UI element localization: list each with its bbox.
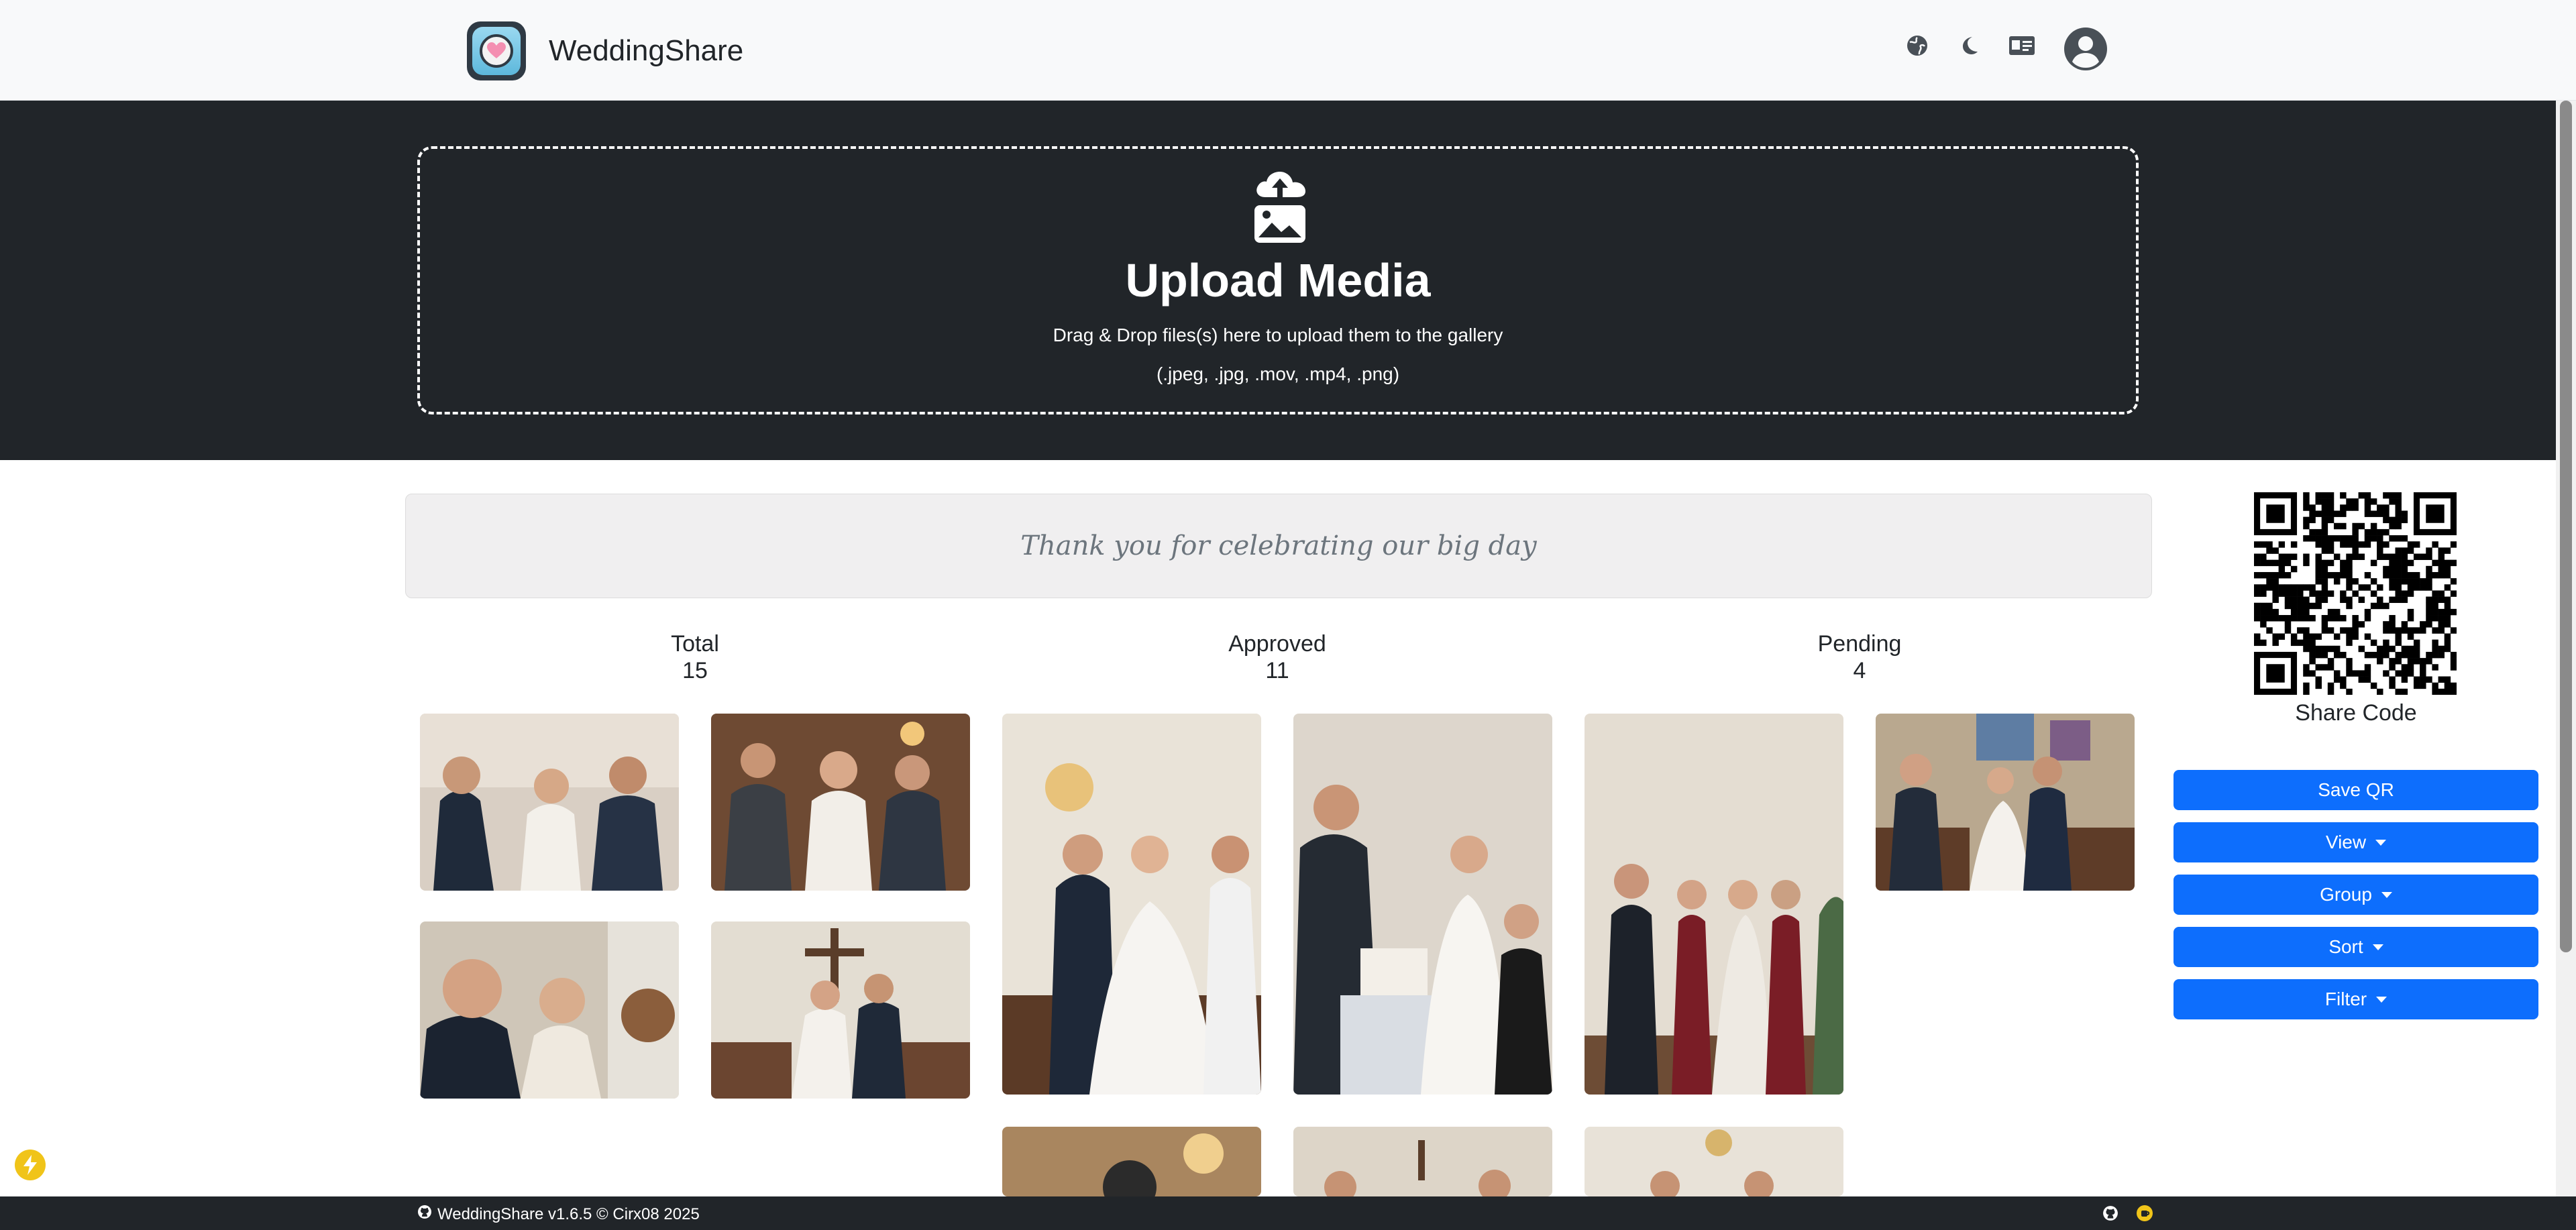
upload-section: Upload Media Drag & Drop files(s) here t… <box>0 101 2556 460</box>
navbar: WeddingShare <box>0 0 2576 101</box>
photo-chapel-guests[interactable] <box>1293 1127 1552 1196</box>
qr-code[interactable] <box>2254 492 2457 695</box>
stat-value: 11 <box>1265 658 1289 683</box>
photo-first-dance[interactable] <box>1002 714 1261 1095</box>
photo-church-walk[interactable] <box>1876 714 2135 891</box>
photo-cake-cutting[interactable] <box>1293 714 1552 1095</box>
share-code-label: Share Code <box>2295 700 2417 726</box>
stat-value: 15 <box>682 658 708 683</box>
moon-icon[interactable] <box>1956 32 1983 59</box>
page-root: WeddingShare Upload Media Drag & Drop fi… <box>0 0 2576 1230</box>
chevron-down-icon <box>2375 839 2387 846</box>
footer-icons <box>2102 1205 2153 1225</box>
stat-label: Pending <box>1817 631 1902 657</box>
filter-label: Filter <box>2324 989 2367 1009</box>
view-label: View <box>2325 832 2367 852</box>
camera-heart-logo-icon <box>467 21 526 80</box>
upload-dropzone[interactable]: Upload Media Drag & Drop files(s) here t… <box>417 146 2139 414</box>
save-qr-label: Save QR <box>2318 779 2394 800</box>
welcome-message: Thank you for celebrating our big day <box>1020 530 1537 561</box>
group-label: Group <box>2320 884 2372 905</box>
photo-bridal-party[interactable] <box>1585 714 1843 1095</box>
footer-text: WeddingShare v1.6.5 © Cirx08 2025 <box>437 1205 700 1223</box>
filter-dropdown-button[interactable]: Filter <box>2174 979 2538 1019</box>
scrollbar-thumb[interactable] <box>2560 101 2572 952</box>
welcome-banner: Thank you for celebrating our big day <box>405 494 2152 598</box>
user-circle-icon[interactable] <box>2063 27 2108 71</box>
sort-label: Sort <box>2328 936 2363 957</box>
photo-chandelier-party[interactable] <box>1585 1127 1843 1196</box>
id-card-icon[interactable] <box>2008 32 2035 59</box>
app-title: WeddingShare <box>549 34 744 67</box>
stat-value: 4 <box>1853 658 1866 683</box>
stat-label: Total <box>671 631 719 657</box>
upload-title: Upload Media <box>1125 254 1431 306</box>
chevron-down-icon <box>2381 891 2392 898</box>
photo-couple-smiling[interactable] <box>420 921 679 1099</box>
photo-aisle-celebration[interactable] <box>711 921 970 1099</box>
github-icon <box>417 1205 432 1224</box>
coffee-icon[interactable] <box>2136 1205 2153 1225</box>
footer: WeddingShare v1.6.5 © Cirx08 2025 <box>0 1196 2576 1230</box>
stat-label: Approved <box>1228 631 1326 657</box>
github-icon[interactable] <box>2102 1205 2118 1225</box>
stat-approved: Approved 11 <box>1177 630 1378 684</box>
photo-reception-hall[interactable] <box>1002 1127 1261 1196</box>
chevron-down-icon <box>2372 944 2383 950</box>
chevron-down-icon <box>2376 996 2387 1003</box>
sort-dropdown-button[interactable]: Sort <box>2174 927 2538 967</box>
upload-file-types: (.jpeg, .jpg, .mov, .mp4, .png) <box>1156 364 1400 384</box>
stat-pending: Pending 4 <box>1759 630 1960 684</box>
nav-icons <box>1904 32 2035 59</box>
stat-total: Total 15 <box>594 630 796 684</box>
cloud-upload-image-icon <box>1252 170 1308 244</box>
footer-credits[interactable]: WeddingShare v1.6.5 © Cirx08 2025 <box>417 1205 700 1224</box>
view-dropdown-button[interactable]: View <box>2174 822 2538 862</box>
photo-bride-toasting[interactable] <box>711 714 970 891</box>
upload-subtitle: Drag & Drop files(s) here to upload them… <box>1053 325 1503 345</box>
brand[interactable]: WeddingShare <box>467 20 743 82</box>
page-scrollbar[interactable] <box>2556 101 2576 1196</box>
group-dropdown-button[interactable]: Group <box>2174 875 2538 915</box>
globe-icon[interactable] <box>1904 32 1931 59</box>
save-qr-button[interactable]: Save QR <box>2174 770 2538 810</box>
photo-guests-clapping[interactable] <box>420 714 679 891</box>
lightning-bolt-icon[interactable] <box>15 1150 46 1180</box>
